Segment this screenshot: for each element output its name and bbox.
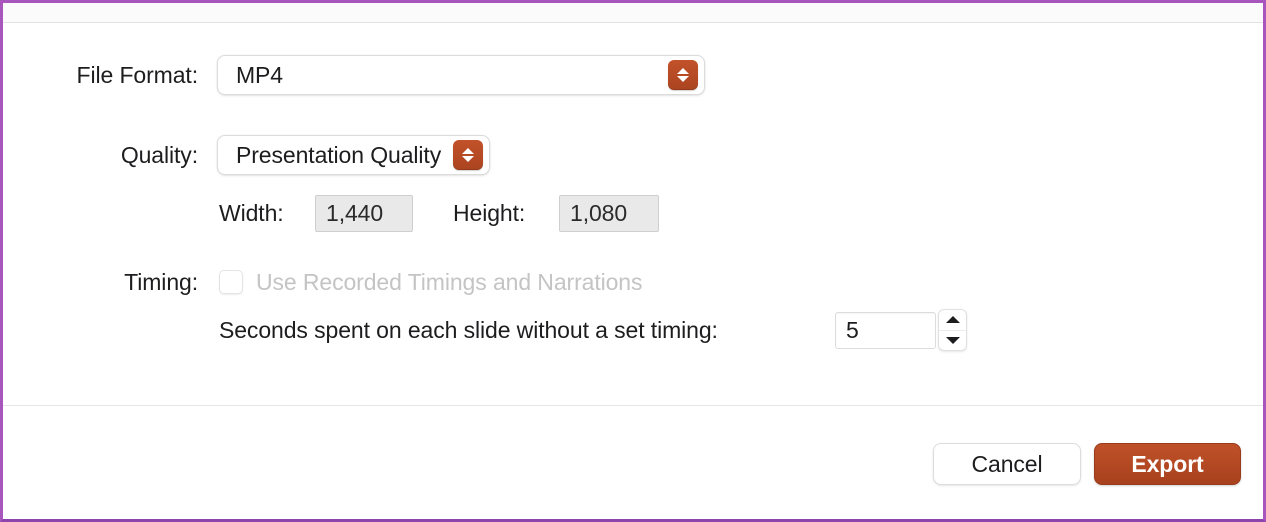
quality-row: Quality: Presentation Quality <box>3 134 1263 176</box>
seconds-input[interactable]: 5 <box>835 311 936 349</box>
chevron-up-icon <box>945 316 960 324</box>
cancel-button[interactable]: Cancel <box>933 443 1081 485</box>
quality-label-container: Quality: <box>3 142 198 169</box>
height-value: 1,080 <box>570 199 628 226</box>
timing-row: Timing: Use Recorded Timings and Narrati… <box>3 266 1263 298</box>
timing-label-container: Timing: <box>3 269 198 296</box>
file-format-label: File Format: <box>76 61 199 88</box>
seconds-row: Seconds spent on each slide without a se… <box>3 308 1263 352</box>
quality-value: Presentation Quality <box>236 141 442 168</box>
file-format-label-container: File Format: <box>3 61 199 89</box>
file-format-value: MP4 <box>236 61 283 88</box>
dialog-titlebar-strip <box>3 3 1263 23</box>
use-recorded-timings-checkbox[interactable] <box>219 270 243 294</box>
timing-label: Timing: <box>124 268 198 295</box>
cancel-button-label: Cancel <box>971 450 1043 477</box>
export-button[interactable]: Export <box>1094 443 1241 485</box>
stepper-decrement-button[interactable] <box>939 331 966 351</box>
use-recorded-timings-label: Use Recorded Timings and Narrations <box>256 268 643 295</box>
stepper-increment-button[interactable] <box>939 310 966 331</box>
chevron-down-icon <box>945 336 960 344</box>
use-recorded-timings-checkbox-group[interactable]: Use Recorded Timings and Narrations <box>219 268 643 296</box>
footer-divider <box>3 405 1263 406</box>
chevron-up-down-icon[interactable] <box>668 60 698 90</box>
seconds-label: Seconds spent on each slide without a se… <box>219 316 718 343</box>
height-input: 1,080 <box>559 194 659 232</box>
width-value: 1,440 <box>326 199 384 226</box>
width-label: Width: <box>219 199 284 226</box>
seconds-value: 5 <box>846 316 859 343</box>
seconds-stepper[interactable] <box>938 309 967 351</box>
export-dialog-window: File Format: MP4 Quality: Presentation Q… <box>0 0 1266 522</box>
file-format-dropdown[interactable]: MP4 <box>217 55 705 95</box>
quality-dropdown[interactable]: Presentation Quality <box>217 135 491 175</box>
width-input: 1,440 <box>315 194 413 232</box>
dimensions-row: Width: 1,440 Height: 1,080 <box>3 193 1263 233</box>
dialog-body: File Format: MP4 Quality: Presentation Q… <box>3 23 1263 519</box>
quality-label: Quality: <box>120 141 198 168</box>
export-button-label: Export <box>1131 450 1204 477</box>
height-label: Height: <box>453 199 526 226</box>
chevron-up-down-icon[interactable] <box>453 140 484 170</box>
file-format-row: File Format: MP4 <box>3 54 1263 96</box>
